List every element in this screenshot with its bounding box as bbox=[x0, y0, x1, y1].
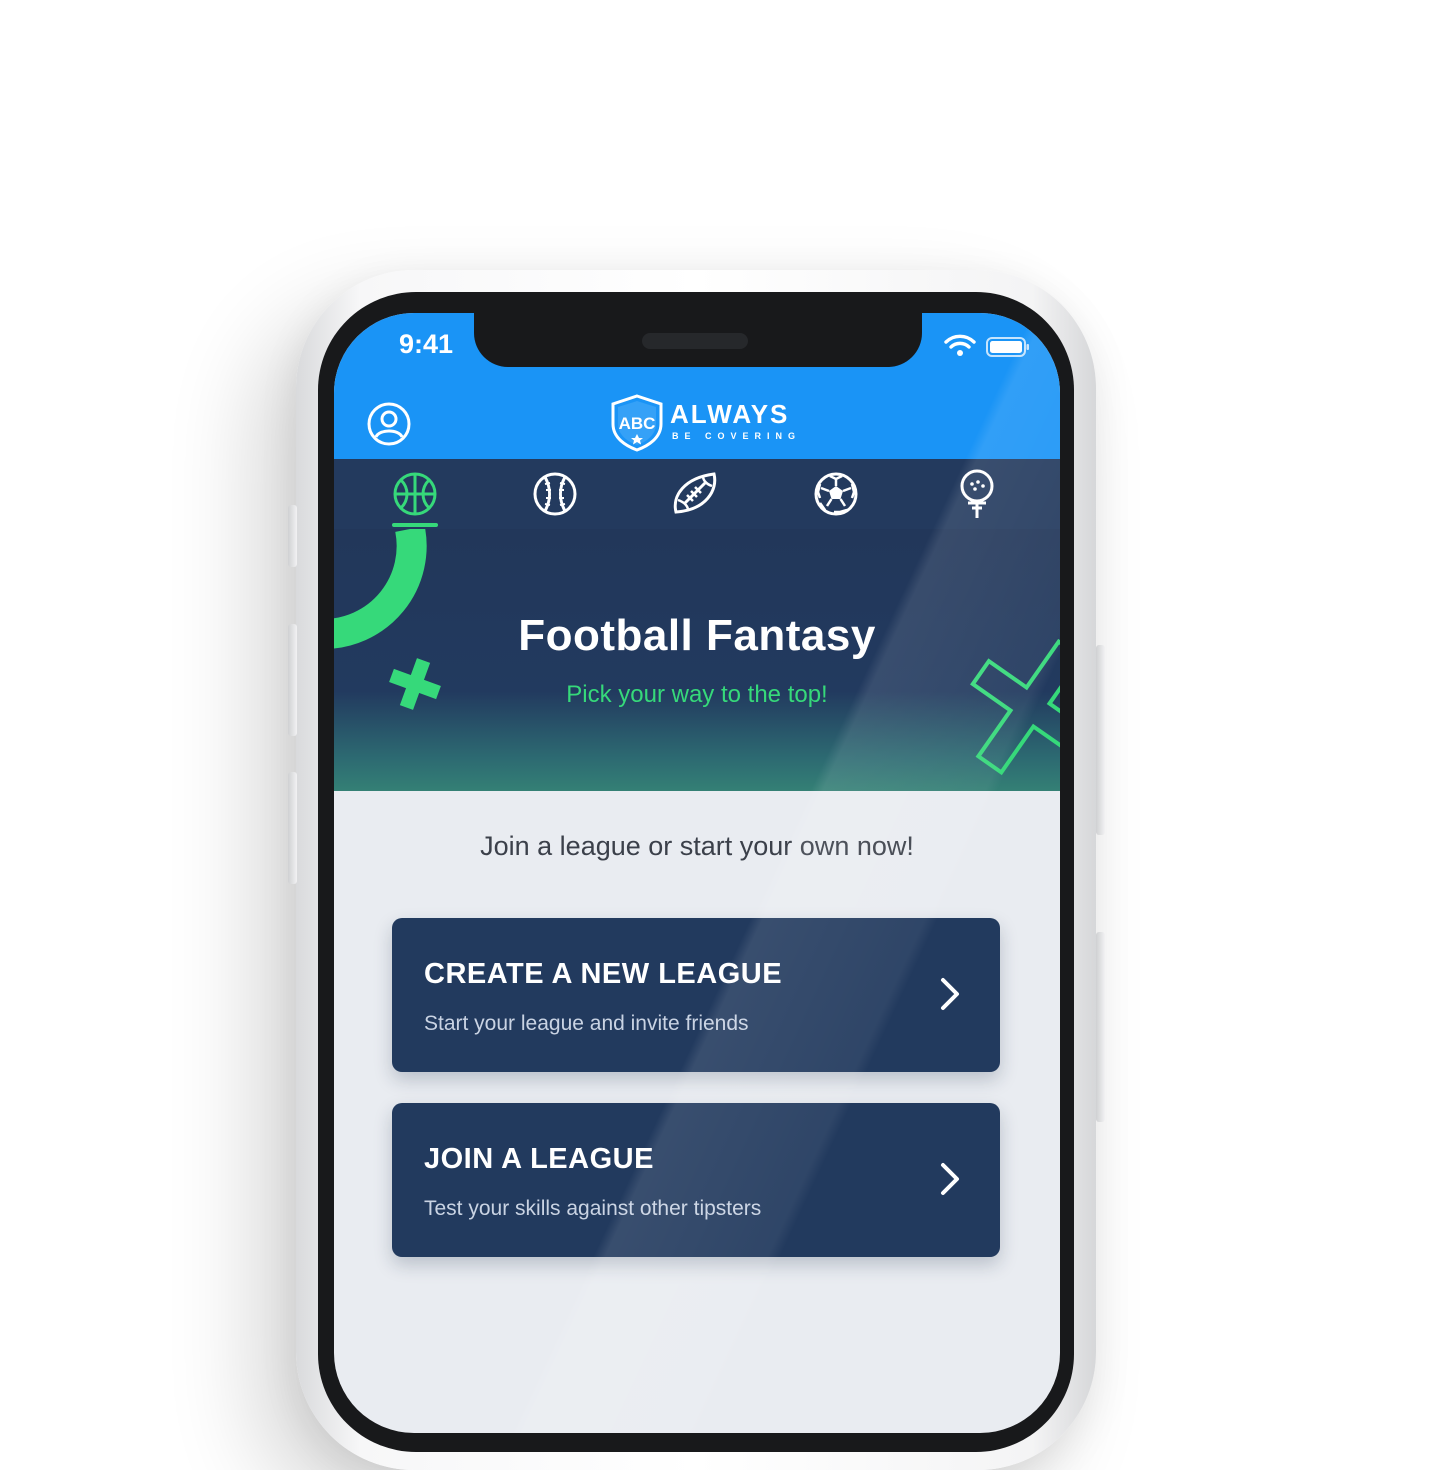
join-league-button[interactable]: JOIN A LEAGUE Test your skills against o… bbox=[392, 1103, 1000, 1257]
app-header: 9:41 ABC ALWAYS BE COVERING bbox=[334, 313, 1060, 459]
wifi-icon bbox=[944, 334, 976, 356]
create-league-title: CREATE A NEW LEAGUE bbox=[424, 958, 783, 990]
sport-tabs bbox=[334, 459, 1060, 529]
chevron-right-icon bbox=[941, 978, 959, 1010]
tab-american-football[interactable] bbox=[636, 459, 756, 529]
join-league-title: JOIN A LEAGUE bbox=[424, 1143, 654, 1175]
volume-up-button bbox=[288, 624, 297, 736]
join-league-subtitle: Test your skills against other tipsters bbox=[424, 1197, 762, 1220]
tab-basketball[interactable] bbox=[355, 459, 475, 529]
mute-switch bbox=[288, 505, 297, 567]
logo-tagline: BE COVERING bbox=[672, 431, 802, 441]
side-button bbox=[1096, 932, 1105, 1122]
volume-down-button bbox=[288, 772, 297, 884]
hero-banner: Football Fantasy Pick your way to the to… bbox=[334, 529, 1060, 791]
status-time: 9:41 bbox=[398, 329, 454, 359]
logo-shield-icon: ABC bbox=[611, 394, 663, 452]
battery-icon bbox=[986, 337, 1029, 357]
user-circle-icon[interactable] bbox=[366, 401, 412, 447]
logo-badge-text: ABC bbox=[619, 414, 656, 433]
basketball-icon bbox=[393, 472, 437, 516]
create-league-subtitle: Start your league and invite friends bbox=[424, 1012, 749, 1035]
logo-wordmark: ALWAYS bbox=[670, 399, 790, 429]
phone-speaker bbox=[642, 333, 748, 349]
tab-baseball[interactable] bbox=[495, 459, 615, 529]
tab-soccer[interactable] bbox=[776, 459, 896, 529]
chevron-right-icon bbox=[941, 1163, 959, 1195]
phone-screen: 9:41 ABC ALWAYS BE COVERING Football Fan… bbox=[334, 313, 1060, 1433]
league-tagline: Join a league or start your own now! bbox=[480, 831, 914, 861]
page-title: Football Fantasy bbox=[518, 611, 876, 660]
baseball-icon bbox=[533, 472, 577, 516]
create-league-button[interactable]: CREATE A NEW LEAGUE Start your league an… bbox=[392, 918, 1000, 1072]
active-tab-indicator bbox=[392, 523, 438, 527]
power-button bbox=[1096, 645, 1105, 835]
american-football-icon bbox=[673, 472, 717, 514]
soccer-ball-icon bbox=[814, 472, 858, 516]
page-subtitle: Pick your way to the top! bbox=[566, 681, 828, 708]
golf-ball-icon bbox=[960, 469, 994, 518]
tab-golf[interactable] bbox=[917, 459, 1037, 529]
